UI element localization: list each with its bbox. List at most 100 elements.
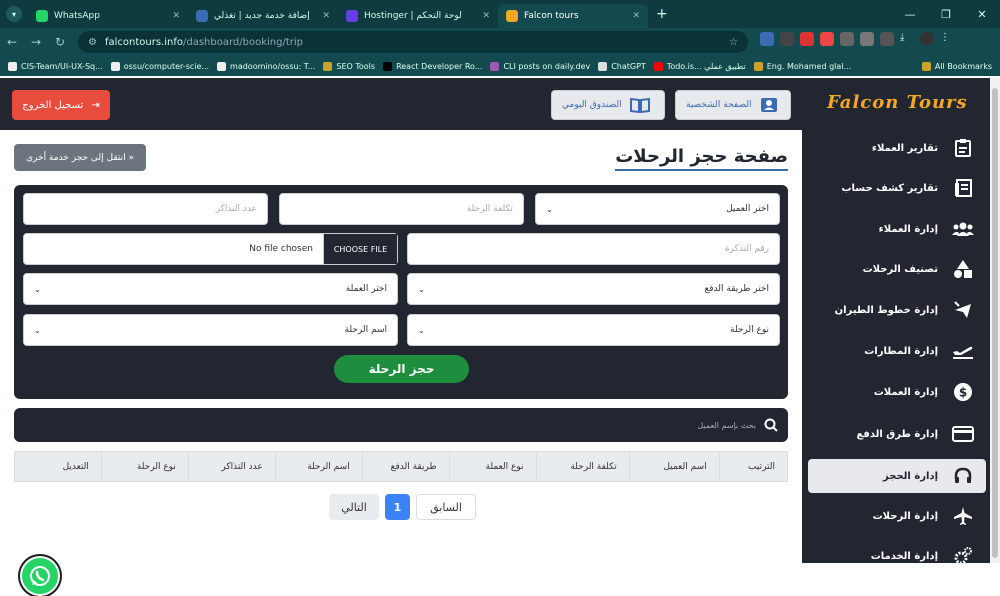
download-icon[interactable]: ⤓ xyxy=(900,32,914,46)
plane-route-icon xyxy=(952,299,974,321)
url-host: falcontours.info xyxy=(104,36,183,48)
extension-icon[interactable] xyxy=(780,32,794,46)
sidebar-item-bookings[interactable]: إدارة الحجز xyxy=(808,459,986,493)
search-icon[interactable] xyxy=(764,418,778,432)
select-value: اختر العميل xyxy=(726,204,769,214)
whatsapp-float-button[interactable] xyxy=(20,556,60,596)
tickets-count-input[interactable]: عدد التذاكر xyxy=(23,193,268,225)
profile-button[interactable]: الصفحة الشخصية xyxy=(675,90,791,120)
bookmark-item[interactable]: Todo.is... تطبيق عملي xyxy=(653,61,746,71)
sidebar-item-trips[interactable]: إدارة الرحلات xyxy=(808,499,986,533)
column-header[interactable]: تكلفة الرحلة xyxy=(535,452,629,481)
bookmark-item[interactable]: SEO Tools xyxy=(323,61,375,71)
sidebar-item-statement-reports[interactable]: تقارير كشف حساب xyxy=(808,171,986,205)
sidebar-item-payment-methods[interactable]: إدارة طرق الدفع xyxy=(808,417,986,451)
goto-other-booking-button[interactable]: انتقل إلى حجز خدمة أخرى » xyxy=(14,144,146,171)
column-header[interactable]: نوع الرحلة xyxy=(100,452,188,481)
sidebar-item-currencies[interactable]: إدارة العملات $ xyxy=(808,375,986,409)
tab-add-service[interactable]: إضافة خدمة جديد | تغذلي ✕ xyxy=(188,4,338,28)
tab-search-button[interactable]: ▾ xyxy=(6,6,22,22)
statement-icon xyxy=(952,177,974,199)
book-trip-button[interactable]: حجز الرحلة xyxy=(334,355,469,383)
window-close-icon[interactable]: ✕ xyxy=(964,8,1000,21)
extension-icon[interactable] xyxy=(760,32,774,46)
file-input[interactable]: No file chosen CHOOSE FILE xyxy=(23,233,398,265)
address-bar[interactable]: ⚙ falcontours.info/dashboard/booking/tri… xyxy=(78,31,748,53)
bookmark-item[interactable]: Eng. Mohamed glal... xyxy=(753,61,851,71)
camera-icon[interactable] xyxy=(860,32,874,46)
close-icon[interactable]: ✕ xyxy=(632,11,640,21)
column-header[interactable]: طريقة الدفع xyxy=(361,452,449,481)
tab-hostinger[interactable]: Hostinger | لوحة التحكم ✕ xyxy=(338,4,498,28)
bookmarks-bar: CIS-Team/UI-UX-Sq... ossu/computer-scie.… xyxy=(0,56,1000,76)
previous-page-button[interactable]: السابق xyxy=(416,494,476,520)
report-icon xyxy=(952,137,974,159)
bookmark-item[interactable]: madoomino/ossu: T... xyxy=(217,61,315,71)
bookmark-item[interactable]: ChatGPT xyxy=(598,61,646,71)
tab-title: WhatsApp xyxy=(54,11,100,21)
next-page-button[interactable]: التالي xyxy=(329,494,379,520)
trip-cost-input[interactable]: تكلفة الرحلة xyxy=(279,193,524,225)
tab-falcon-tours[interactable]: Falcon tours ✕ xyxy=(498,4,648,28)
choose-file-button[interactable]: CHOOSE FILE xyxy=(323,234,397,264)
puzzle-icon[interactable] xyxy=(880,32,894,46)
chevron-down-icon: ⌄ xyxy=(546,204,553,214)
maximize-icon[interactable]: ❐ xyxy=(928,8,964,21)
sidebar-item-customers[interactable]: إدارة العملاء xyxy=(808,212,986,246)
ticket-number-input[interactable]: رقم التذكرة xyxy=(407,233,780,265)
bookmark-item[interactable]: ossu/computer-scie... xyxy=(110,61,209,71)
minimize-icon[interactable]: — xyxy=(892,8,928,21)
profile-avatar[interactable] xyxy=(920,32,934,46)
falcon-icon xyxy=(506,10,518,22)
trip-name-select[interactable]: ⌄ اسم الرحلة xyxy=(23,314,398,346)
site-info-icon[interactable]: ⚙ xyxy=(88,37,97,48)
menu-icon[interactable]: ⋮ xyxy=(940,32,954,46)
customer-select[interactable]: ⌄ اختر العميل xyxy=(535,193,780,225)
extension-icon[interactable] xyxy=(840,32,854,46)
hostinger-icon xyxy=(346,10,358,22)
sidebar-item-customer-reports[interactable]: تقارير العملاء xyxy=(808,131,986,165)
scrollbar[interactable] xyxy=(990,78,1000,563)
sidebar-item-services[interactable]: إدارة الخدمات xyxy=(808,539,986,573)
extension-icon[interactable] xyxy=(820,32,834,46)
currency-select[interactable]: ⌄ اختر العملة xyxy=(23,273,398,305)
adblock-icon[interactable] xyxy=(800,32,814,46)
column-header[interactable]: التعديل xyxy=(15,452,101,481)
whatsapp-icon xyxy=(30,566,50,586)
column-header[interactable]: اسم الرحلة xyxy=(274,452,362,481)
daily-box-button[interactable]: الصندوق اليومي xyxy=(551,90,665,120)
close-icon[interactable]: ✕ xyxy=(482,11,490,21)
main-content: انتقل إلى حجز خدمة أخرى » صفحة حجز الرحل… xyxy=(0,130,802,596)
column-header[interactable]: عدد التذاكر xyxy=(187,452,275,481)
column-header[interactable]: اسم العميل xyxy=(628,452,719,481)
bookmark-item[interactable]: React Developer Ro... xyxy=(383,61,482,71)
back-icon[interactable]: ← xyxy=(0,35,24,49)
bookmark-item[interactable]: CLI posts on daily.dev xyxy=(490,61,590,71)
select-value: اسم الرحلة xyxy=(344,325,387,335)
falcon-tours-logo[interactable]: Falcon Tours xyxy=(827,92,968,113)
trip-type-select[interactable]: ⌄ نوع الرحلة xyxy=(407,314,780,346)
payment-method-select[interactable]: ⌄ اختر طريقة الدفع xyxy=(407,273,780,305)
tab-whatsapp[interactable]: WhatsApp ✕ xyxy=(28,4,188,28)
column-header[interactable]: نوع العملة xyxy=(448,452,536,481)
browser-tab-strip: ▾ WhatsApp ✕ إضافة خدمة جديد | تغذلي ✕ H… xyxy=(0,0,1000,28)
sidebar-item-airports[interactable]: إدارة المطارات xyxy=(808,334,986,368)
new-tab-button[interactable]: + xyxy=(656,6,668,22)
column-header[interactable]: الترتيب xyxy=(718,452,787,481)
sidebar-item-trip-categories[interactable]: تصنيف الرحلات xyxy=(808,252,986,286)
logout-button[interactable]: تسجيل الخروج ⇥ xyxy=(12,90,110,120)
bookmark-item[interactable]: CIS-Team/UI-UX-Sq... xyxy=(8,61,103,71)
current-page[interactable]: 1 xyxy=(385,494,410,520)
close-icon[interactable]: ✕ xyxy=(172,11,180,21)
sidebar-item-label: إدارة الخدمات xyxy=(870,550,938,562)
reload-icon[interactable]: ↻ xyxy=(48,35,72,49)
sidebar-item-airlines[interactable]: إدارة خطوط الطيران xyxy=(808,293,986,327)
bookmark-star-icon[interactable]: ☆ xyxy=(729,37,738,48)
svg-text:$: $ xyxy=(959,386,967,400)
forward-icon[interactable]: → xyxy=(24,35,48,49)
customer-search-bar[interactable]: بحث بإسم العميل xyxy=(14,408,788,442)
headset-icon xyxy=(952,465,974,487)
all-bookmarks[interactable]: All Bookmarks xyxy=(921,61,992,71)
scrollbar-thumb[interactable] xyxy=(992,88,998,558)
close-icon[interactable]: ✕ xyxy=(322,11,330,21)
